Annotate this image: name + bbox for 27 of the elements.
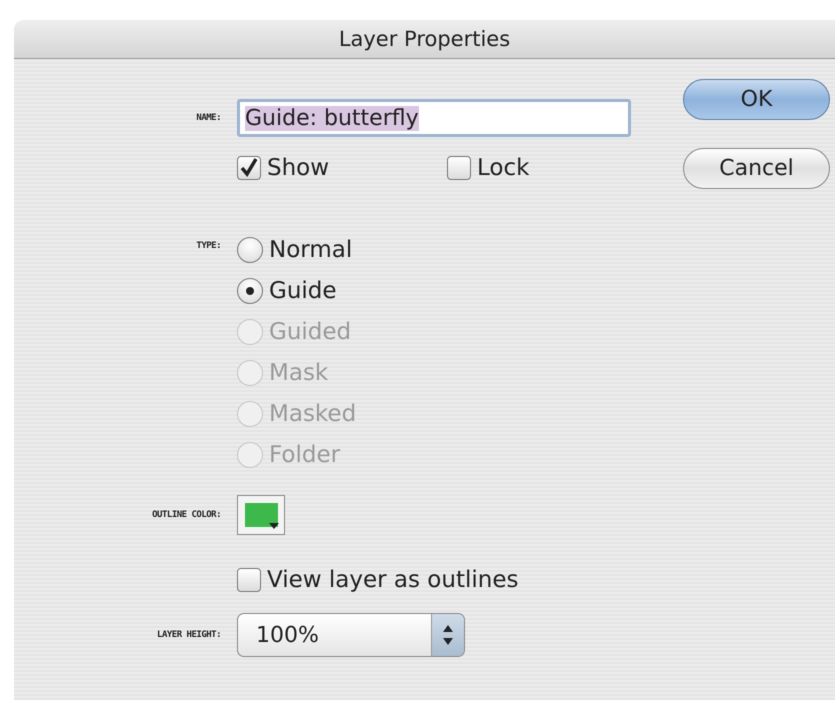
radio-label: Masked (269, 400, 356, 426)
checkbox-label: View layer as outlines (267, 567, 518, 593)
checkbox-label: Lock (477, 155, 530, 181)
window-title: Layer Properties (338, 27, 510, 51)
radio-label: Guided (269, 318, 352, 344)
name-field[interactable]: Guide: butterfly (237, 99, 631, 137)
show-checkbox[interactable] (237, 156, 261, 180)
radio-label: Guide (269, 278, 337, 304)
cancel-button[interactable]: Cancel (683, 148, 830, 189)
radio-label: Folder (269, 442, 340, 468)
type-label: TYPE: (196, 241, 221, 251)
lock-checkbox[interactable] (447, 156, 471, 180)
stepper-arrows-icon (431, 614, 464, 656)
name-label: NAME: (196, 113, 221, 123)
radio-button[interactable] (237, 236, 263, 262)
layer-height-select[interactable]: 100% (237, 613, 465, 657)
color-swatch[interactable] (237, 495, 285, 535)
outline-color-label: OUTLINE COLOR: (152, 510, 221, 520)
ok-button[interactable]: OK (683, 79, 830, 120)
checkbox-label: Show (267, 155, 330, 181)
radio-label: Normal (269, 236, 352, 262)
layer-height-label: LAYER HEIGHT: (157, 630, 221, 640)
radio-button[interactable] (237, 278, 263, 304)
radio-label: Mask (269, 360, 328, 386)
outlines-checkbox[interactable] (237, 568, 261, 592)
checkmark-icon (238, 157, 260, 179)
caret-icon (269, 523, 279, 529)
